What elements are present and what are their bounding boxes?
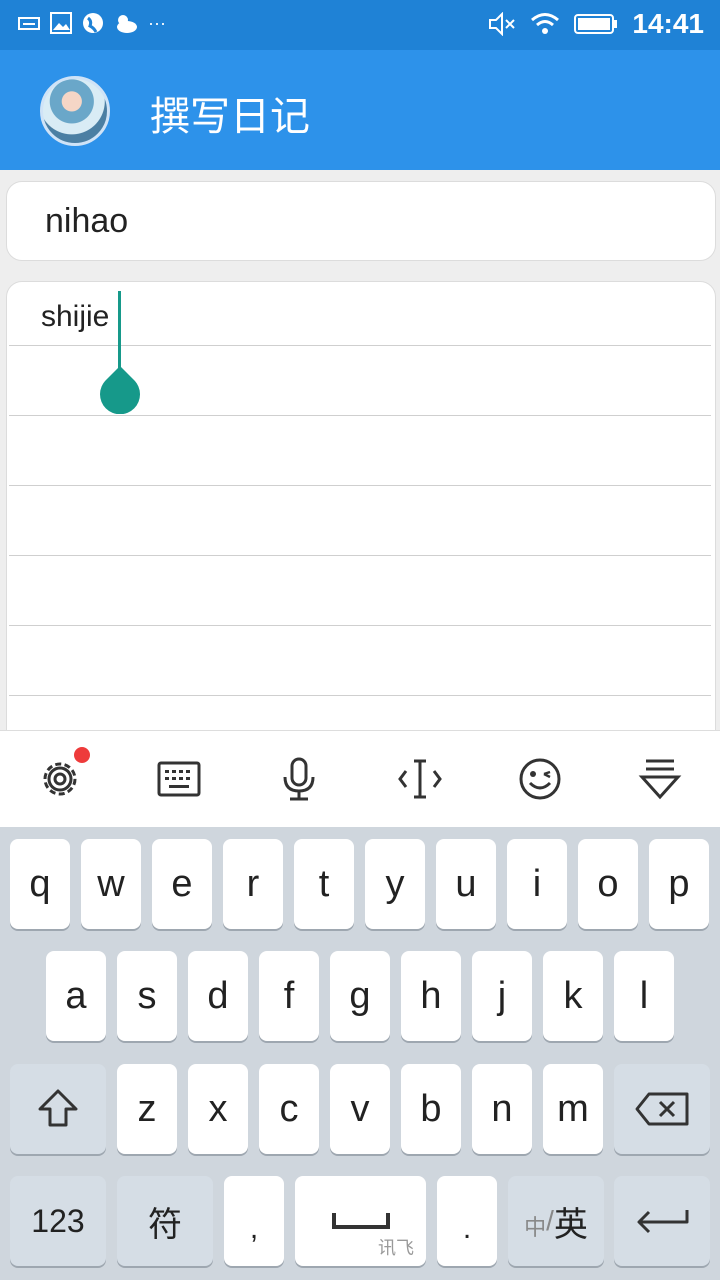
key-q[interactable]: q (10, 839, 70, 929)
space-hint: 讯飞 (378, 1238, 414, 1258)
lang-separator: / (546, 1205, 554, 1236)
key-l[interactable]: l (614, 951, 674, 1041)
key-u[interactable]: u (436, 839, 496, 929)
diary-content-field[interactable]: shijie (6, 281, 716, 753)
enter-icon (637, 1210, 689, 1234)
line-divider (9, 345, 711, 346)
keyboard-icon[interactable] (155, 755, 203, 803)
key-e[interactable]: e (152, 839, 212, 929)
key-s[interactable]: s (117, 951, 177, 1041)
status-time: 14:41 (632, 8, 704, 39)
key-v[interactable]: v (330, 1064, 390, 1154)
settings-icon[interactable] (36, 755, 84, 803)
key-k[interactable]: k (543, 951, 603, 1041)
line-divider (9, 415, 711, 416)
globe-icon (83, 13, 103, 33)
key-g[interactable]: g (330, 951, 390, 1041)
wifi-icon (531, 13, 560, 34)
microphone-icon[interactable] (275, 755, 323, 803)
cursor-icon[interactable] (396, 755, 444, 803)
page-title: 撰写日记 (150, 95, 310, 139)
line-divider (9, 555, 711, 556)
key-o[interactable]: o (578, 839, 638, 929)
diary-title-field[interactable]: nihao (6, 181, 716, 261)
key-r[interactable]: r (223, 839, 283, 929)
diary-title-value: nihao (45, 202, 129, 240)
weather-icon (117, 15, 137, 33)
key-h[interactable]: h (401, 951, 461, 1041)
key-p[interactable]: p (649, 839, 709, 929)
key-w[interactable]: w (81, 839, 141, 929)
image-icon (50, 12, 72, 34)
line-divider (9, 695, 711, 696)
symbols-key[interactable]: 符 (117, 1176, 213, 1266)
battery-icon (574, 14, 618, 34)
line-divider (9, 625, 711, 626)
key-a[interactable]: a (46, 951, 106, 1041)
key-i[interactable]: i (507, 839, 567, 929)
key-z[interactable]: z (117, 1064, 177, 1154)
space-icon (331, 1213, 390, 1229)
key-c[interactable]: c (259, 1064, 319, 1154)
space-key[interactable]: 讯飞 (295, 1176, 426, 1266)
diary-content-value: shijie (41, 300, 110, 333)
shift-key[interactable] (10, 1064, 106, 1154)
comma-key[interactable]: , (224, 1176, 284, 1266)
key-y[interactable]: y (365, 839, 425, 929)
text-cursor (118, 291, 121, 369)
enter-key[interactable] (614, 1176, 710, 1266)
period-key[interactable]: . (437, 1176, 497, 1266)
key-n[interactable]: n (472, 1064, 532, 1154)
key-j[interactable]: j (472, 951, 532, 1041)
key-x[interactable]: x (188, 1064, 248, 1154)
soft-keyboard: q w e r t y u i o p a s d f g h j k l z … (0, 827, 720, 1280)
language-switch-key[interactable]: 中 / 英 (508, 1176, 604, 1266)
key-f[interactable]: f (259, 951, 319, 1041)
numbers-key[interactable]: 123 (10, 1176, 106, 1266)
cursor-handle[interactable] (100, 366, 140, 414)
mute-icon (489, 12, 516, 36)
hide-keyboard-icon[interactable] (636, 755, 684, 803)
key-d[interactable]: d (188, 951, 248, 1041)
avatar[interactable] (40, 76, 110, 146)
line-divider (9, 485, 711, 486)
lang-cn-label: 中 (524, 1215, 547, 1240)
status-bar: ··· 14:41 (0, 0, 720, 50)
key-t[interactable]: t (294, 839, 354, 929)
keyboard-toolbar (0, 730, 720, 828)
shift-icon (38, 1089, 78, 1127)
keyboard-icon (18, 17, 40, 30)
emoji-icon[interactable] (516, 755, 564, 803)
backspace-icon (635, 1092, 689, 1126)
lang-en-label: 英 (553, 1205, 588, 1244)
key-b[interactable]: b (401, 1064, 461, 1154)
backspace-key[interactable] (614, 1064, 710, 1154)
key-m[interactable]: m (543, 1064, 603, 1154)
app-bar: 撰写日记 (0, 50, 720, 170)
notification-badge (74, 747, 90, 763)
more-icon: ··· (148, 12, 166, 33)
